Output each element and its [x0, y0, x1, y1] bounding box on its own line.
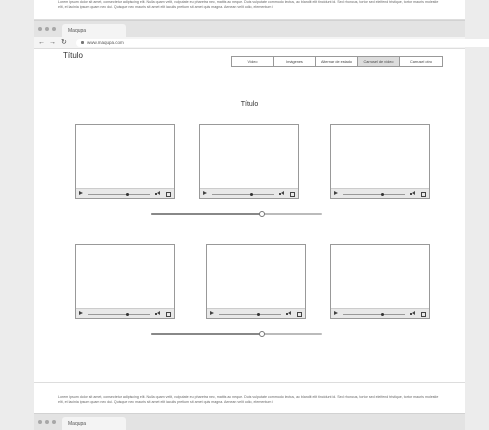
fullscreen-icon[interactable]: [421, 191, 426, 197]
video-progress-knob[interactable]: [126, 312, 130, 316]
video-controls: [331, 188, 429, 198]
carousel-slider-thumb[interactable]: [259, 211, 266, 217]
play-icon[interactable]: [79, 311, 83, 315]
video-player[interactable]: [206, 244, 306, 319]
maximize-window-dot[interactable]: [52, 420, 56, 424]
nav-tab-other-carousel[interactable]: Carrusel otro: [400, 57, 442, 66]
address-bar[interactable]: www.maqupa.com: [76, 39, 489, 47]
video-controls: [207, 308, 305, 318]
nav-tab-video[interactable]: Vídeo: [232, 57, 274, 66]
video-controls: [76, 188, 174, 198]
browser-tab[interactable]: Maqupa: [62, 417, 126, 430]
fullscreen-icon[interactable]: [290, 191, 295, 197]
window-controls: [38, 420, 56, 424]
fullscreen-icon[interactable]: [297, 311, 302, 317]
maximize-window-dot[interactable]: [52, 27, 56, 31]
fullscreen-icon[interactable]: [421, 311, 426, 317]
nav-tab-toggle-state[interactable]: Alternar de estado: [316, 57, 358, 66]
video-controls: [331, 308, 429, 318]
carousel-slider[interactable]: [151, 211, 322, 217]
close-window-dot[interactable]: [38, 420, 42, 424]
volume-icon[interactable]: [410, 311, 416, 316]
video-progress-knob[interactable]: [250, 192, 254, 196]
carousel-slider-fill: [151, 333, 263, 335]
volume-icon[interactable]: [286, 311, 292, 316]
video-player[interactable]: [330, 124, 430, 199]
section-title: Título: [240, 101, 259, 108]
play-icon[interactable]: [79, 191, 83, 195]
video-player[interactable]: [75, 244, 175, 319]
video-progress-track[interactable]: [88, 192, 150, 196]
browser-toolbar: ← → ↻ www.maqupa.com: [34, 37, 489, 49]
play-icon[interactable]: [334, 191, 338, 195]
forward-arrow-icon[interactable]: →: [49, 38, 56, 48]
play-icon[interactable]: [210, 311, 214, 315]
browser-tab[interactable]: Maqupa: [62, 24, 126, 38]
footer-section: Lorem ipsum dolor sit amet, consectetur …: [34, 382, 465, 413]
video-progress-track[interactable]: [212, 192, 274, 196]
address-url: www.maqupa.com: [87, 40, 124, 45]
top-note-text: Lorem ipsum dolor sit amet, consectetur …: [58, 0, 439, 9]
fullscreen-icon[interactable]: [166, 191, 171, 197]
top-note-section: Lorem ipsum dolor sit amet, consectetur …: [34, 0, 465, 20]
play-icon[interactable]: [203, 191, 207, 195]
video-progress-track[interactable]: [88, 312, 150, 316]
volume-icon[interactable]: [155, 311, 161, 316]
carousel-slider[interactable]: [151, 331, 322, 337]
reload-icon[interactable]: ↻: [61, 38, 67, 48]
carousel-slider-fill: [151, 213, 263, 215]
minimize-window-dot[interactable]: [45, 420, 49, 424]
browser-tabbar-bottom: Maqupa: [34, 413, 465, 430]
video-progress-track[interactable]: [219, 312, 281, 316]
nav-tab-images[interactable]: Imágenes: [274, 57, 316, 66]
close-window-dot[interactable]: [38, 27, 42, 31]
main-content: Título Vídeo Imágenes Alternar de estado…: [34, 49, 465, 382]
lock-icon: [81, 41, 84, 45]
carousel-slider-thumb[interactable]: [259, 331, 266, 337]
video-progress-knob[interactable]: [257, 312, 261, 316]
minimize-window-dot[interactable]: [45, 27, 49, 31]
window-controls: [38, 27, 56, 31]
play-icon[interactable]: [334, 311, 338, 315]
fullscreen-icon[interactable]: [166, 311, 171, 317]
page: Lorem ipsum dolor sit amet, consectetur …: [0, 0, 489, 430]
back-arrow-icon[interactable]: ←: [38, 38, 45, 48]
video-controls: [200, 188, 298, 198]
video-progress-track[interactable]: [343, 312, 405, 316]
volume-icon[interactable]: [410, 191, 416, 196]
footer-text: Lorem ipsum dolor sit amet, consectetur …: [58, 395, 439, 404]
site-nav: Vídeo Imágenes Alternar de estado Carrus…: [231, 56, 443, 67]
video-progress-knob[interactable]: [381, 192, 385, 196]
video-progress-track[interactable]: [343, 192, 405, 196]
video-progress-knob[interactable]: [381, 312, 385, 316]
site-title: Título: [63, 51, 84, 60]
video-player[interactable]: [199, 124, 299, 199]
volume-icon[interactable]: [155, 191, 161, 196]
nav-tab-video-carousel[interactable]: Carrusel de vídeo: [358, 57, 400, 66]
video-player[interactable]: [75, 124, 175, 199]
volume-icon[interactable]: [279, 191, 285, 196]
video-progress-knob[interactable]: [126, 192, 130, 196]
video-player[interactable]: [330, 244, 430, 319]
browser-tabbar: Maqupa: [34, 20, 465, 38]
video-controls: [76, 308, 174, 318]
